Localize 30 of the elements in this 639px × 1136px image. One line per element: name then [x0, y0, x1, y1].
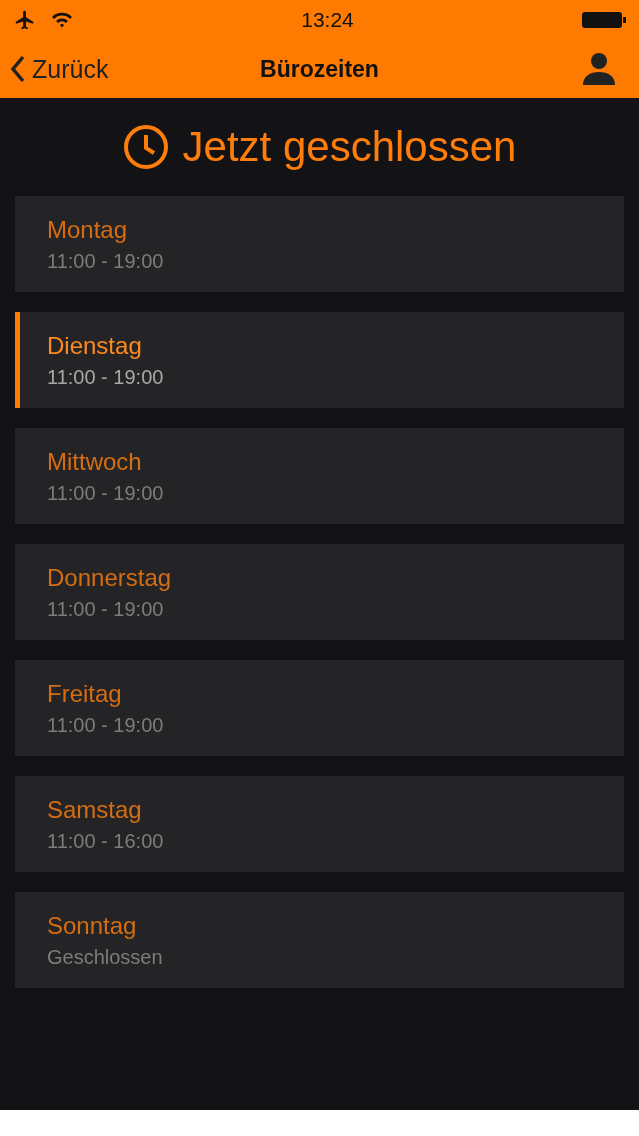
opening-hours: 11:00 - 19:00 — [47, 365, 165, 389]
opening-hours: 11:00 - 19:00 — [47, 713, 165, 737]
user-icon[interactable] — [581, 51, 617, 87]
opening-hours: 11:00 - 19:00 — [47, 481, 165, 505]
day-name: Sonntag — [47, 911, 138, 940]
day-card[interactable]: Freitag 11:00 - 19:00 — [15, 660, 624, 756]
opening-hours: 11:00 - 16:00 — [47, 829, 165, 853]
day-name: Samstag — [47, 795, 143, 824]
day-card[interactable]: Samstag 11:00 - 16:00 — [15, 776, 624, 872]
opening-hours: Geschlossen — [47, 945, 164, 969]
status-heading: Jetzt geschlossen — [182, 123, 517, 171]
status-time: 13:24 — [301, 8, 354, 32]
back-button[interactable]: Zurück — [10, 54, 109, 84]
opening-hours: 11:00 - 19:00 — [47, 597, 165, 621]
day-name: Freitag — [47, 679, 123, 708]
wifi-icon — [50, 10, 74, 30]
day-card[interactable]: Dienstag 11:00 - 19:00 — [15, 312, 624, 408]
day-card[interactable]: Mittwoch 11:00 - 19:00 — [15, 428, 624, 524]
day-name: Montag — [47, 215, 129, 244]
chevron-left-icon — [10, 55, 26, 83]
day-name: Mittwoch — [47, 447, 143, 476]
battery-icon — [581, 10, 627, 30]
day-card[interactable]: Montag 11:00 - 19:00 — [15, 196, 624, 292]
opening-hours: 11:00 - 19:00 — [47, 249, 165, 273]
day-name: Donnerstag — [47, 563, 173, 592]
day-card[interactable]: Sonntag Geschlossen — [15, 892, 624, 988]
page-title: Bürozeiten — [260, 55, 379, 83]
clock-icon — [122, 124, 169, 170]
day-card[interactable]: Donnerstag 11:00 - 19:00 — [15, 544, 624, 640]
day-name: Dienstag — [47, 331, 143, 360]
